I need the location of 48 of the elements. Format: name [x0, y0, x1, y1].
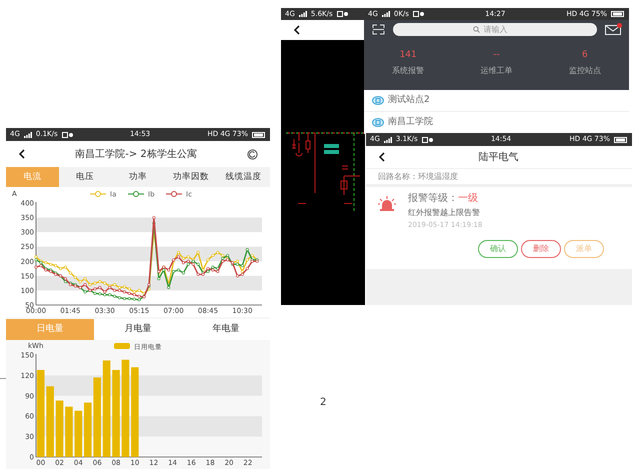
back-icon[interactable] — [378, 152, 385, 162]
page-number: 2 — [320, 396, 326, 410]
bar — [74, 410, 82, 457]
circuit-name: 回路名称：环境温湿度 — [378, 170, 458, 182]
notification-icon — [336, 11, 348, 17]
battery-icon — [614, 136, 628, 142]
signal-icon — [298, 11, 307, 17]
tab[interactable]: 线缆温度 — [217, 167, 270, 187]
station-item[interactable]: 测试站点2 — [364, 90, 629, 112]
tab[interactable]: 年电量 — [182, 319, 270, 340]
notification-icon — [412, 11, 424, 17]
action-button[interactable]: 删除 — [521, 240, 561, 258]
siren-icon — [378, 196, 396, 211]
back-icon[interactable] — [18, 149, 25, 159]
signal-icon — [382, 11, 390, 17]
alarm-level-label: 报警等级： — [408, 192, 458, 206]
bar — [65, 406, 73, 457]
page-title: 南昌工学院-> 2栋学生公寓 — [74, 148, 198, 162]
bar — [46, 386, 54, 457]
tab[interactable]: 功率因数 — [164, 167, 218, 187]
scan-icon[interactable] — [372, 24, 385, 35]
search-input[interactable]: 请输入 — [484, 24, 518, 36]
alarm-level: 一级 — [458, 192, 478, 206]
signal-icon — [24, 132, 32, 138]
mail-icon[interactable] — [605, 24, 621, 35]
tab[interactable]: 月电量 — [94, 319, 182, 340]
search-field[interactable]: 请输入 — [393, 23, 597, 36]
station-icon — [372, 118, 384, 127]
notification-icon — [422, 136, 433, 142]
stat-label: 监控站点 — [568, 64, 601, 77]
signal-icon — [384, 136, 392, 142]
stat-value: 141 — [400, 49, 417, 62]
notification-icon — [62, 132, 73, 138]
battery-icon — [611, 11, 625, 17]
search-icon — [472, 26, 480, 33]
refresh-icon[interactable] — [247, 148, 258, 160]
battery-icon — [252, 132, 266, 138]
back-icon[interactable] — [293, 25, 300, 35]
alarm-message: 红外报警越上限告警 — [408, 207, 481, 219]
tab[interactable]: 功率 — [112, 167, 164, 187]
tab[interactable]: 电压 — [58, 167, 112, 187]
station-icon — [372, 96, 384, 105]
stat-label: 运维工单 — [480, 64, 512, 77]
page-title: 陆平电气 — [478, 150, 520, 164]
stat-label: 系统报警 — [392, 64, 424, 77]
stat-value: -- — [493, 49, 500, 62]
bar — [56, 400, 64, 457]
stat-value: 6 — [582, 49, 588, 62]
